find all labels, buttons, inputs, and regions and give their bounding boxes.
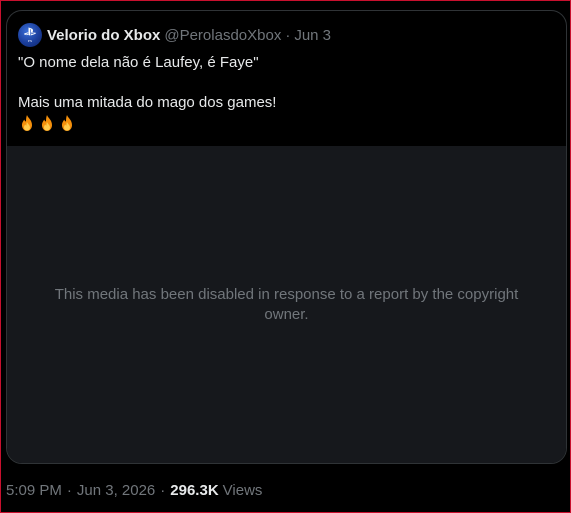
fire-icon (38, 114, 56, 132)
quoted-date[interactable]: Jun 3 (294, 27, 331, 44)
tweet-meta-row: 5:09 PM · Jun 3, 2026 · 296.3K Views (6, 479, 262, 501)
disabled-media-placeholder: This media has been disabled in response… (7, 146, 566, 463)
separator-dot: · (285, 26, 291, 44)
playstation-logo-icon (24, 27, 36, 39)
fire-icon (58, 114, 76, 132)
avatar-caption: PS (27, 39, 33, 43)
media-disabled-message: This media has been disabled in response… (54, 285, 519, 323)
emoji-row (18, 113, 548, 133)
quoted-handle[interactable]: @PerolasdoXbox (164, 27, 281, 44)
separator-dot: · (66, 481, 72, 499)
avatar[interactable]: PS (18, 23, 42, 47)
views-count[interactable]: 296.3K (170, 482, 218, 499)
fire-icon (18, 114, 36, 132)
quoted-tweet-text: "O nome dela não é Laufey, é Faye" Mais … (18, 53, 548, 133)
quoted-tweet-card[interactable]: PS Velorio do Xbox @PerolasdoXbox · Jun … (6, 10, 567, 464)
quoted-tweet-header: PS Velorio do Xbox @PerolasdoXbox · Jun … (18, 23, 331, 47)
tweet-text-line: Mais uma mitada do mago dos games! (18, 94, 277, 111)
screenshot-frame: PS Velorio do Xbox @PerolasdoXbox · Jun … (0, 0, 571, 513)
tweet-time[interactable]: 5:09 PM (6, 482, 62, 499)
views-label[interactable]: Views (223, 482, 263, 499)
quoted-display-name[interactable]: Velorio do Xbox (47, 27, 160, 44)
tweet-text-line: "O nome dela não é Laufey, é Faye" (18, 54, 259, 71)
separator-dot: · (160, 481, 166, 499)
tweet-date[interactable]: Jun 3, 2026 (77, 482, 155, 499)
